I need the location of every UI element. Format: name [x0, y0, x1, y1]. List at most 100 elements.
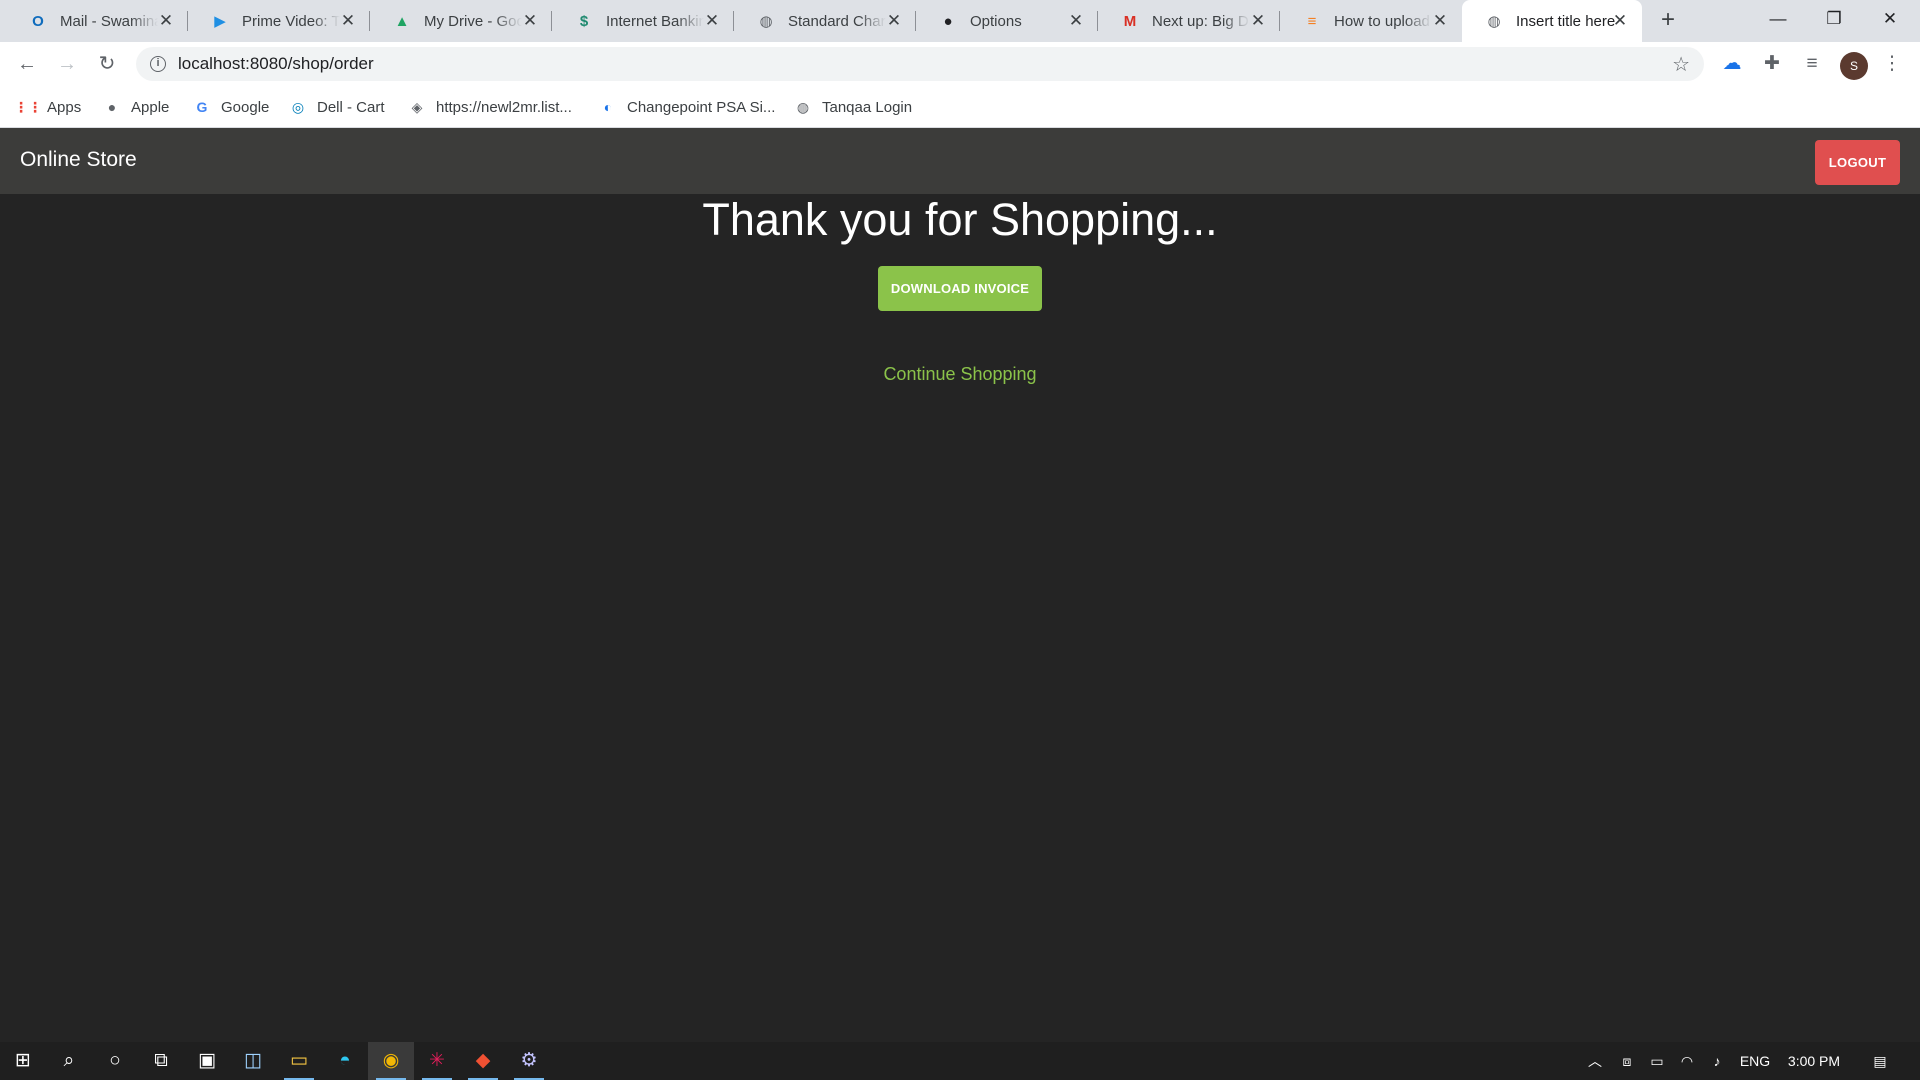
- dell-icon: ◎: [291, 98, 305, 115]
- close-tab-icon[interactable]: ✕: [1430, 11, 1450, 31]
- bookmark-item[interactable]: ◍ Tanqaa Login: [794, 86, 912, 128]
- tab-title: Next up: Big Data: [1152, 12, 1250, 30]
- close-tab-icon[interactable]: ✕: [1610, 11, 1630, 31]
- tray-overflow-button[interactable]: ︿: [1580, 1042, 1610, 1080]
- bookmark-label: Apps: [47, 98, 82, 116]
- store-brand[interactable]: Online Store: [20, 148, 137, 172]
- task-view-icon: ⧉: [154, 1050, 168, 1071]
- close-tab-icon[interactable]: ✕: [1248, 11, 1268, 31]
- clock[interactable]: 3:00 PM: [1782, 1042, 1846, 1080]
- browser-tab[interactable]: O Mail - Swaminathan✕: [6, 0, 188, 42]
- close-tab-icon[interactable]: ✕: [702, 11, 722, 31]
- battery-icon[interactable]: ▭: [1642, 1042, 1672, 1080]
- task-view-button[interactable]: ⧉: [138, 1042, 184, 1080]
- reload-button[interactable]: ↻: [91, 48, 123, 80]
- maximize-button[interactable]: ❐: [1806, 0, 1862, 38]
- bookmark-item[interactable]: ⋮⋮ Apps: [14, 86, 82, 128]
- meet-now-icon[interactable]: ⧈: [1612, 1042, 1642, 1080]
- slack-icon: ✳: [429, 1050, 445, 1071]
- globe-icon: ◍: [796, 98, 810, 115]
- store-app-button[interactable]: ▣: [184, 1042, 230, 1080]
- back-button[interactable]: ←: [11, 48, 43, 80]
- profile-avatar[interactable]: S: [1840, 52, 1868, 80]
- chevron-up-icon: ︿: [1588, 1053, 1602, 1069]
- download-invoice-button[interactable]: DOWNLOAD INVOICE: [878, 266, 1042, 311]
- forward-button[interactable]: →: [51, 48, 83, 80]
- intellij-app-button[interactable]: ◫: [230, 1042, 276, 1080]
- browser-tab[interactable]: ▶ Prime Video: The✕: [188, 0, 370, 42]
- globe-icon: ◍: [1487, 13, 1501, 30]
- start-button[interactable]: ⊞: [0, 1042, 46, 1080]
- browser-tab[interactable]: ◍ Insert title here ✕: [1462, 0, 1642, 42]
- close-tab-icon[interactable]: ✕: [1066, 11, 1086, 31]
- close-window-button[interactable]: ✕: [1862, 0, 1918, 38]
- browser-tab[interactable]: ≡ How to upload ✕: [1280, 0, 1462, 42]
- browser-tab[interactable]: ◍ Standard Chartered✕: [734, 0, 916, 42]
- tab-title: Standard Chartered: [788, 12, 886, 30]
- bookmark-item[interactable]: ◈ https://newl2mr.list...: [408, 86, 572, 128]
- browser-tab[interactable]: ● Options ✕: [916, 0, 1098, 42]
- shopping-bag-icon: ▣: [198, 1050, 216, 1071]
- bookmark-item[interactable]: ◐ Changepoint PSA Si...: [599, 86, 776, 128]
- cloud-extension-icon[interactable]: ☁: [1716, 48, 1748, 80]
- tab-title: Internet Banking: [606, 12, 704, 30]
- close-tab-icon[interactable]: ✕: [884, 11, 904, 31]
- git-icon: ◆: [475, 1050, 491, 1071]
- close-tab-icon[interactable]: ✕: [520, 11, 540, 31]
- slack-button[interactable]: ✳: [414, 1042, 460, 1080]
- order-confirmation: Thank you for Shopping... DOWNLOAD INVOI…: [0, 194, 1920, 1042]
- settings-app-button[interactable]: ⚙: [506, 1042, 552, 1080]
- bookmark-label: https://newl2mr.list...: [436, 98, 572, 116]
- bookmark-item[interactable]: ◎ Dell - Cart: [289, 86, 385, 128]
- info-icon[interactable]: i: [150, 56, 166, 72]
- gmail-icon: M: [1123, 12, 1137, 30]
- edge-button[interactable]: ◓: [322, 1042, 368, 1080]
- wifi-icon[interactable]: ◠: [1672, 1042, 1702, 1080]
- menu-kebab-icon[interactable]: ⋮: [1876, 48, 1908, 80]
- git-button[interactable]: ◆: [460, 1042, 506, 1080]
- stackoverflow-icon: ≡: [1307, 12, 1317, 30]
- close-tab-icon[interactable]: ✕: [338, 11, 358, 31]
- logout-button[interactable]: LOGOUT: [1815, 140, 1900, 185]
- tab-title: My Drive - Google: [424, 12, 522, 30]
- minimize-button[interactable]: —: [1750, 0, 1806, 38]
- gear-icon: ⚙: [520, 1050, 538, 1071]
- continue-shopping-link: Continue Shopping: [0, 364, 1920, 385]
- file-explorer-button[interactable]: ▭: [276, 1042, 322, 1080]
- edge-icon: ◓: [339, 1050, 351, 1071]
- address-bar[interactable]: i localhost:8080/shop/order ☆: [136, 47, 1704, 81]
- bookmark-label: Google: [221, 98, 270, 116]
- chrome-icon: ◉: [382, 1050, 400, 1071]
- notifications-button[interactable]: ▤: [1862, 1042, 1898, 1080]
- tab-title: Prime Video: The: [242, 12, 340, 30]
- bank-icon: $: [579, 12, 589, 30]
- bookmark-item[interactable]: G Google: [193, 86, 270, 128]
- address-url[interactable]: localhost:8080/shop/order: [178, 54, 374, 74]
- media-queue-icon[interactable]: ≡: [1796, 48, 1828, 80]
- cortana-button[interactable]: ○: [92, 1042, 138, 1080]
- search-button[interactable]: ⌕: [46, 1042, 92, 1080]
- browser-tab[interactable]: $ Internet Banking✕: [552, 0, 734, 42]
- chrome-button[interactable]: ◉: [368, 1042, 414, 1080]
- changepoint-icon: ◐: [603, 99, 613, 115]
- windows-logo-icon: ⊞: [15, 1050, 31, 1071]
- site-icon: ◈: [411, 98, 423, 115]
- volume-icon[interactable]: ♪: [1702, 1042, 1732, 1080]
- browser-tab[interactable]: M Next up: Big Data✕: [1098, 0, 1280, 42]
- browser-tab-strip: OMail - Swaminathan✕▶Prime Video: The✕▲M…: [0, 0, 1920, 42]
- notification-icon: ▤: [1873, 1053, 1887, 1069]
- close-tab-icon[interactable]: ✕: [156, 11, 176, 31]
- continue-shopping-text[interactable]: Continue Shopping: [883, 364, 1036, 384]
- github-icon: ●: [943, 12, 953, 30]
- page-title: Thank you for Shopping...: [702, 194, 1218, 245]
- extensions-puzzle-icon[interactable]: ✚: [1756, 48, 1788, 80]
- new-tab-button[interactable]: +: [1656, 8, 1680, 33]
- star-icon[interactable]: ☆: [1672, 52, 1690, 77]
- store-navbar: Online Store LOGOUT: [0, 128, 1920, 194]
- bookmark-item[interactable]: ● Apple: [103, 86, 170, 128]
- browser-toolbar: ← → ↻ i localhost:8080/shop/order ☆ ☁ ✚ …: [0, 42, 1920, 86]
- tab-title: Options: [970, 12, 1022, 30]
- language-indicator[interactable]: ENG: [1734, 1042, 1776, 1080]
- arrow-right-icon: →: [57, 53, 77, 75]
- browser-tab[interactable]: ▲ My Drive - Google✕: [370, 0, 552, 42]
